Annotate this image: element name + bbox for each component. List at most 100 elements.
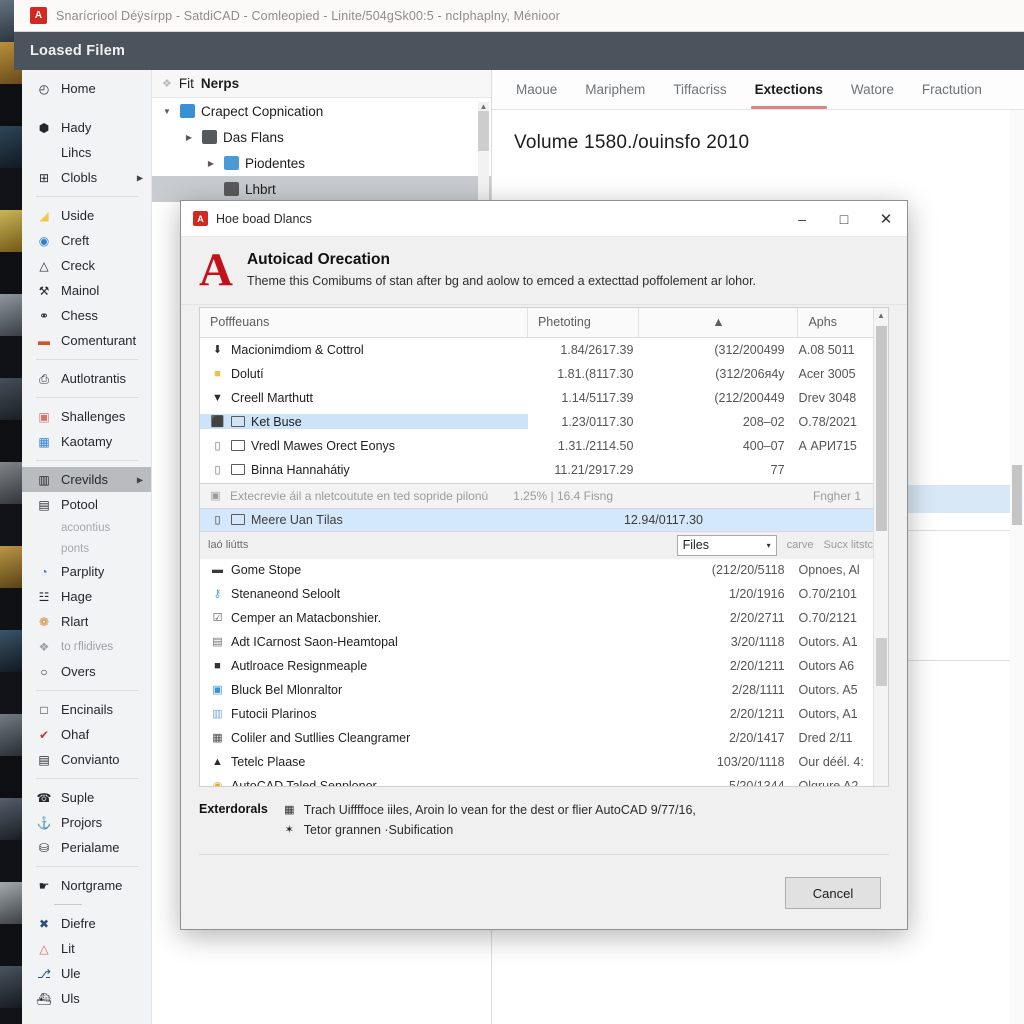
list-row[interactable]: ◉ AutoCAD Taled Senplonor 5/20/1344 Olgrure…	[200, 774, 888, 788]
tab-fractution[interactable]: Fractution	[908, 70, 996, 109]
content-scrollbar[interactable]	[1010, 110, 1024, 1024]
sidebar-item-creck[interactable]: △ Creck	[22, 253, 151, 278]
list-row[interactable]: ▯ Binna Hannahátiy 11.21/2917.29 77	[200, 458, 888, 482]
list-row[interactable]: ▣ Bluck Bel Mlonraltor 2/28/1111 Outors. A5	[200, 678, 888, 702]
tree-row[interactable]: Lhbrt	[152, 176, 491, 202]
list-row-cell-3: 2/20/1417	[728, 730, 785, 745]
nav-divider	[54, 904, 82, 905]
list-row[interactable]: ▤ Adt ICarnost Saon-Heamtopal 3/20/1118 Out…	[200, 630, 888, 654]
sidebar-item-shallenges[interactable]: ▣ Shallenges	[22, 404, 151, 429]
sidebar-item-projors[interactable]: ⚓ Projors	[22, 810, 151, 835]
sidebar-item-convianto[interactable]: ▤ Convianto	[22, 747, 151, 772]
list-scrollbar[interactable]: ▲	[873, 307, 888, 787]
film-thumb	[0, 504, 22, 546]
scrollbar-thumb-secondary[interactable]	[876, 637, 887, 686]
tree-scrollbar[interactable]: ▲	[478, 102, 489, 206]
tree-row[interactable]: ▶ Piodentes	[152, 150, 491, 176]
cancel-button[interactable]: Cancel	[785, 877, 881, 909]
overlay-toolbar[interactable]: laó liútts Files ▾ carve Sucx litstc	[200, 530, 873, 559]
sidebar-item-perialame[interactable]: ⛁ Perialame	[22, 835, 151, 860]
list-row[interactable]: ▦ Coliler and Sutllies Cleangramer 2/20/14…	[200, 726, 888, 750]
chevron-right-icon[interactable]: ▶	[182, 133, 196, 142]
sidebar-item-creft[interactable]: ◉ Creft	[22, 228, 151, 253]
sidebar-item-lihcs[interactable]: Lihcs	[22, 140, 151, 165]
sidebar-item-chess[interactable]: ⚭ Chess	[22, 303, 151, 328]
sidebar-item-crevilds[interactable]: ▥ Crevilds ▶	[22, 467, 151, 492]
tab-tiffacriss[interactable]: Tiffacriss	[659, 70, 740, 109]
sidebar-item-parplity[interactable]: ◔ Parplity	[22, 559, 151, 584]
tree-row[interactable]: ▼ Crapect Copnication	[152, 98, 491, 124]
list-row[interactable]: ▯ Vredl Mawes Orect Eonys 1.31./2114.50 400…	[200, 434, 888, 458]
list-row[interactable]: ⬛ Ket Buse 1.23/0117.30 208–02 O.78/2021	[200, 410, 888, 434]
sidebar-item-uside[interactable]: ◢ Uside	[22, 203, 151, 228]
list-row[interactable]: ■ Autlroace Resignmeaple 2/20/1211 Outors A…	[200, 654, 888, 678]
clock-icon: ◴	[38, 81, 50, 96]
chevron-down-icon[interactable]: ▼	[160, 107, 174, 116]
file-type-select[interactable]: Files ▾	[676, 534, 777, 556]
sidebar-item-ohaf[interactable]: ✔ Ohaf	[22, 722, 151, 747]
column-header-1[interactable]: Pofffeuans	[200, 307, 528, 337]
list-row[interactable]: ■ Dolutí 1.81.(8117.30 (312/206я4y Acer 3005	[200, 362, 888, 386]
left-sidebar[interactable]: ◴ Home ⬢ Hady Lihcs ⊞ Clobls ▶ ◢ Uside ◉ Creft △ Crec…	[22, 70, 152, 1024]
sidebar-item-autlotrantis[interactable]: ⎙ Autlotrantis	[22, 366, 151, 391]
sidebar-item-potool[interactable]: ▤ Potool	[22, 492, 151, 517]
list-row[interactable]: ▼ Creell Marthutt 1.14/5117.39 (212/200449 D…	[200, 386, 888, 410]
scrollbar-thumb[interactable]	[876, 325, 887, 531]
sidebar-item-comenturant[interactable]: ▬ Comenturant	[22, 328, 151, 353]
column-header-3[interactable]: ▲	[639, 307, 799, 337]
sidebar-item-ule[interactable]: ⎇ Ule	[22, 961, 151, 986]
list-row[interactable]: ⬇ Macionimdiom & Cottrol 1.84/2617.39 (312/…	[200, 338, 888, 362]
sidebar-item-suple[interactable]: ☎ Suple	[22, 785, 151, 810]
sidebar-item-label: Uside	[61, 208, 95, 223]
overlay-selected-row[interactable]: ▯ Meere Uan Тilas 12.94/0117.30	[200, 508, 873, 531]
sidebar-subitem-acoontius[interactable]: acoontius	[22, 517, 151, 538]
list-row[interactable]: ▲ Tetelc Plaase 103/20/1118 Our déél. 4:	[200, 750, 888, 774]
minimize-button[interactable]: –	[781, 201, 823, 236]
sidebar-item-nortgrame[interactable]: ☛ Nortgrame	[22, 873, 151, 898]
scroll-up-icon[interactable]: ▲	[874, 308, 888, 320]
list-row[interactable]: ☑ Cemper an Matacbonshier. 2/20/2711 O.70/2…	[200, 606, 888, 630]
scrollbar-thumb[interactable]	[478, 111, 489, 151]
folder-icon	[231, 514, 245, 526]
tab-maoue[interactable]: Maoue	[502, 70, 571, 109]
sidebar-subitem-ponts[interactable]: ponts	[22, 538, 151, 559]
sidebar-item-mainol[interactable]: ⚒ Mainol	[22, 278, 151, 303]
film-thumb	[0, 588, 22, 630]
list-row-cell-3: 3/20/1118	[730, 634, 785, 649]
tab-extections[interactable]: Extections	[741, 70, 837, 109]
sidebar-item-encinails[interactable]: □ Encinails	[22, 697, 151, 722]
tab-bar[interactable]: Maoue Mariphem Tiffacriss Extections Watore F…	[492, 70, 1024, 110]
projector-icon: ⚓	[36, 815, 52, 830]
list-row[interactable]: ▥ Futocii Plarinos 2/20/1211 Outors, A1	[200, 702, 888, 726]
list-column-headers[interactable]: Pofffeuans Phetoting ▲ Aphs	[200, 307, 888, 338]
sidebar-item-hady[interactable]: ⬢ Hady	[22, 115, 151, 140]
list-row-label: Futocii Plarinos	[231, 706, 317, 721]
column-header-2[interactable]: Phetoting	[528, 307, 640, 337]
film-thumb	[0, 714, 22, 756]
list-rows[interactable]: ⬇ Macionimdiom & Cottrol 1.84/2617.39 (312/…	[200, 338, 888, 788]
sidebar-item-to-flidives[interactable]: ❖ to гflidives	[22, 634, 151, 659]
sidebar-item-rlart[interactable]: ❁ Rlart	[22, 609, 151, 634]
sidebar-item-label: Crevilds	[61, 472, 108, 487]
sidebar-item-overs[interactable]: ○ Overs	[22, 659, 151, 684]
sidebar-item-uls[interactable]: ⛴ Uls	[22, 986, 151, 1011]
flame-icon: ◉	[212, 780, 223, 788]
tab-watore[interactable]: Watore	[837, 70, 908, 109]
list-row[interactable]: ▬ Gome Stope (212/20/5118 Opnoes, Al	[200, 558, 888, 582]
scroll-up-icon[interactable]: ▲	[478, 102, 489, 111]
sidebar-item-lit[interactable]: △ Lit	[22, 936, 151, 961]
sidebar-item-clobls[interactable]: ⊞ Clobls ▶	[22, 165, 151, 190]
sidebar-item-diefre[interactable]: ✖ Diefre	[22, 911, 151, 936]
maximize-button[interactable]: □	[823, 201, 865, 236]
sidebar-item-kaotamy[interactable]: ▦ Kaotamy	[22, 429, 151, 454]
sidebar-item-home[interactable]: ◴ Home	[22, 76, 151, 101]
sidebar-item-hage[interactable]: ☳ Hage	[22, 584, 151, 609]
close-button[interactable]: ✕	[865, 201, 907, 236]
tree-row[interactable]: ▶ Das Flans	[152, 124, 491, 150]
list-row-cell-2: 1.23/0117.30	[561, 414, 634, 429]
download-filled-icon: ▼	[212, 391, 223, 404]
tab-mariphem[interactable]: Mariphem	[571, 70, 659, 109]
scrollbar-thumb[interactable]	[1012, 465, 1022, 525]
list-row[interactable]: ⚷ Stenaneond Seloolt 1/20/1916 O.70/2101	[200, 582, 888, 606]
chevron-right-icon[interactable]: ▶	[204, 159, 218, 168]
